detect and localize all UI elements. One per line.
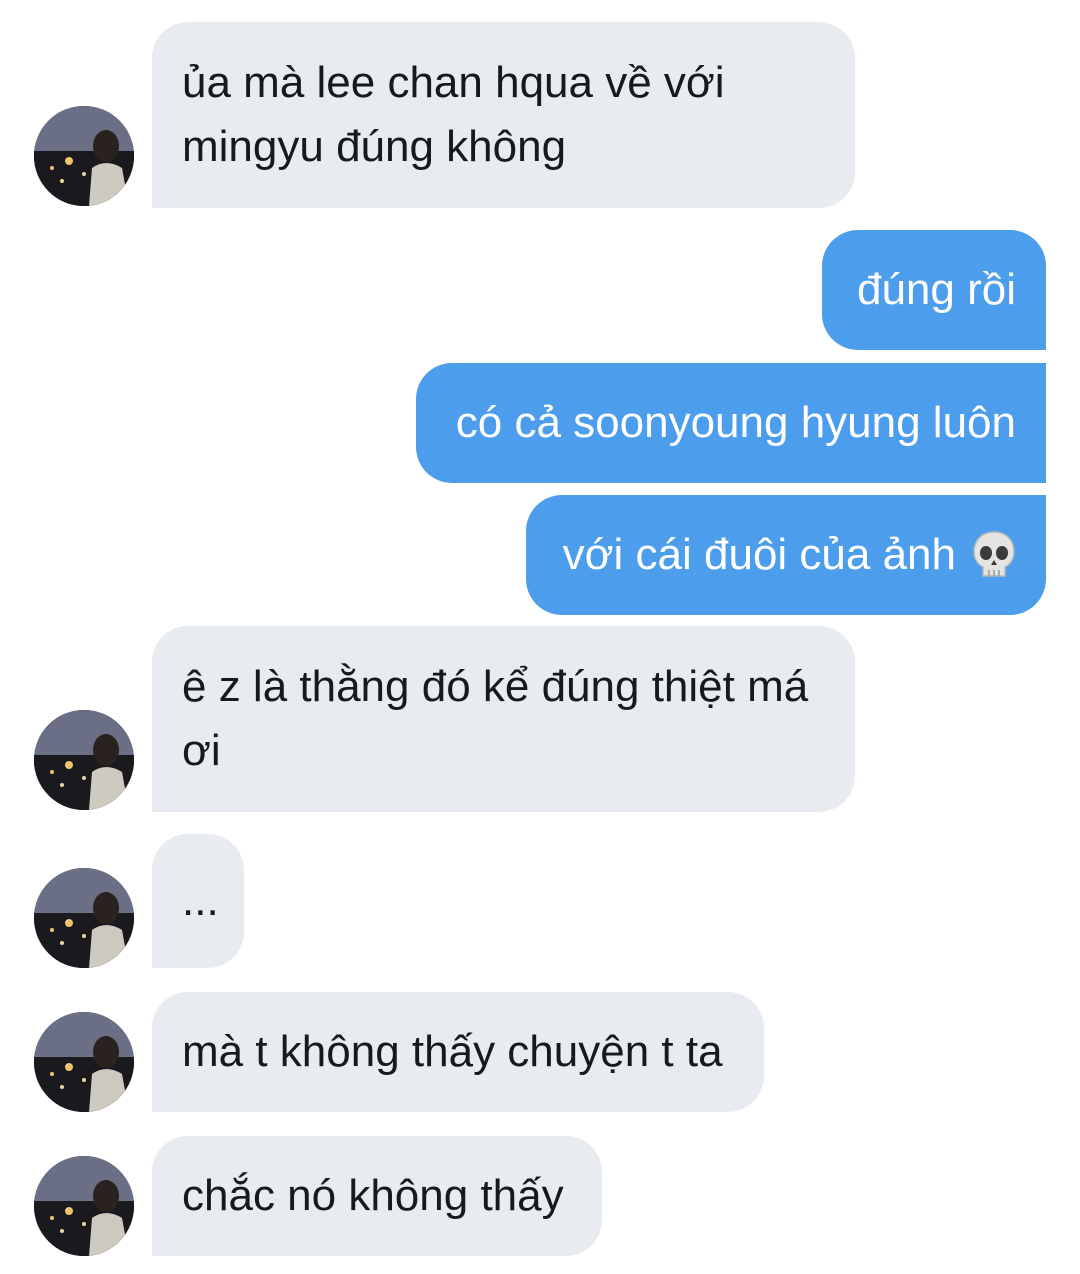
- message-text: đúng rồi: [856, 265, 1016, 314]
- outgoing-message[interactable]: đúng rồi: [822, 230, 1046, 350]
- message-text: có cả soonyoung hyung luôn: [455, 398, 1016, 447]
- message-text: ...: [182, 876, 219, 925]
- contact-avatar[interactable]: [34, 868, 134, 968]
- outgoing-message[interactable]: với cái đuôi của ảnh: [526, 495, 1046, 615]
- incoming-message[interactable]: ủa mà lee chan hqua về với mingyu đúng k…: [152, 22, 855, 208]
- message-text: ê z là thằng đó kể đúng thiệt má ơi: [182, 662, 809, 775]
- message-text: chắc nó không thấy: [182, 1171, 564, 1220]
- contact-avatar[interactable]: [34, 1012, 134, 1112]
- incoming-message[interactable]: chắc nó không thấy: [152, 1136, 602, 1256]
- incoming-message[interactable]: ...: [152, 834, 244, 968]
- outgoing-message[interactable]: có cả soonyoung hyung luôn: [416, 363, 1046, 483]
- incoming-message[interactable]: mà t không thấy chuyện t ta: [152, 992, 764, 1112]
- message-text: ủa mà lee chan hqua về với mingyu đúng k…: [182, 58, 725, 171]
- message-text: với cái đuôi của ảnh: [562, 530, 956, 579]
- contact-avatar[interactable]: [34, 106, 134, 206]
- incoming-message[interactable]: ê z là thằng đó kể đúng thiệt má ơi: [152, 626, 855, 812]
- message-text: mà t không thấy chuyện t ta: [182, 1027, 723, 1076]
- skull-emoji-icon: [972, 530, 1016, 580]
- contact-avatar[interactable]: [34, 710, 134, 810]
- chat-thread: ủa mà lee chan hqua về với mingyu đúng k…: [0, 0, 1080, 1274]
- contact-avatar[interactable]: [34, 1156, 134, 1256]
